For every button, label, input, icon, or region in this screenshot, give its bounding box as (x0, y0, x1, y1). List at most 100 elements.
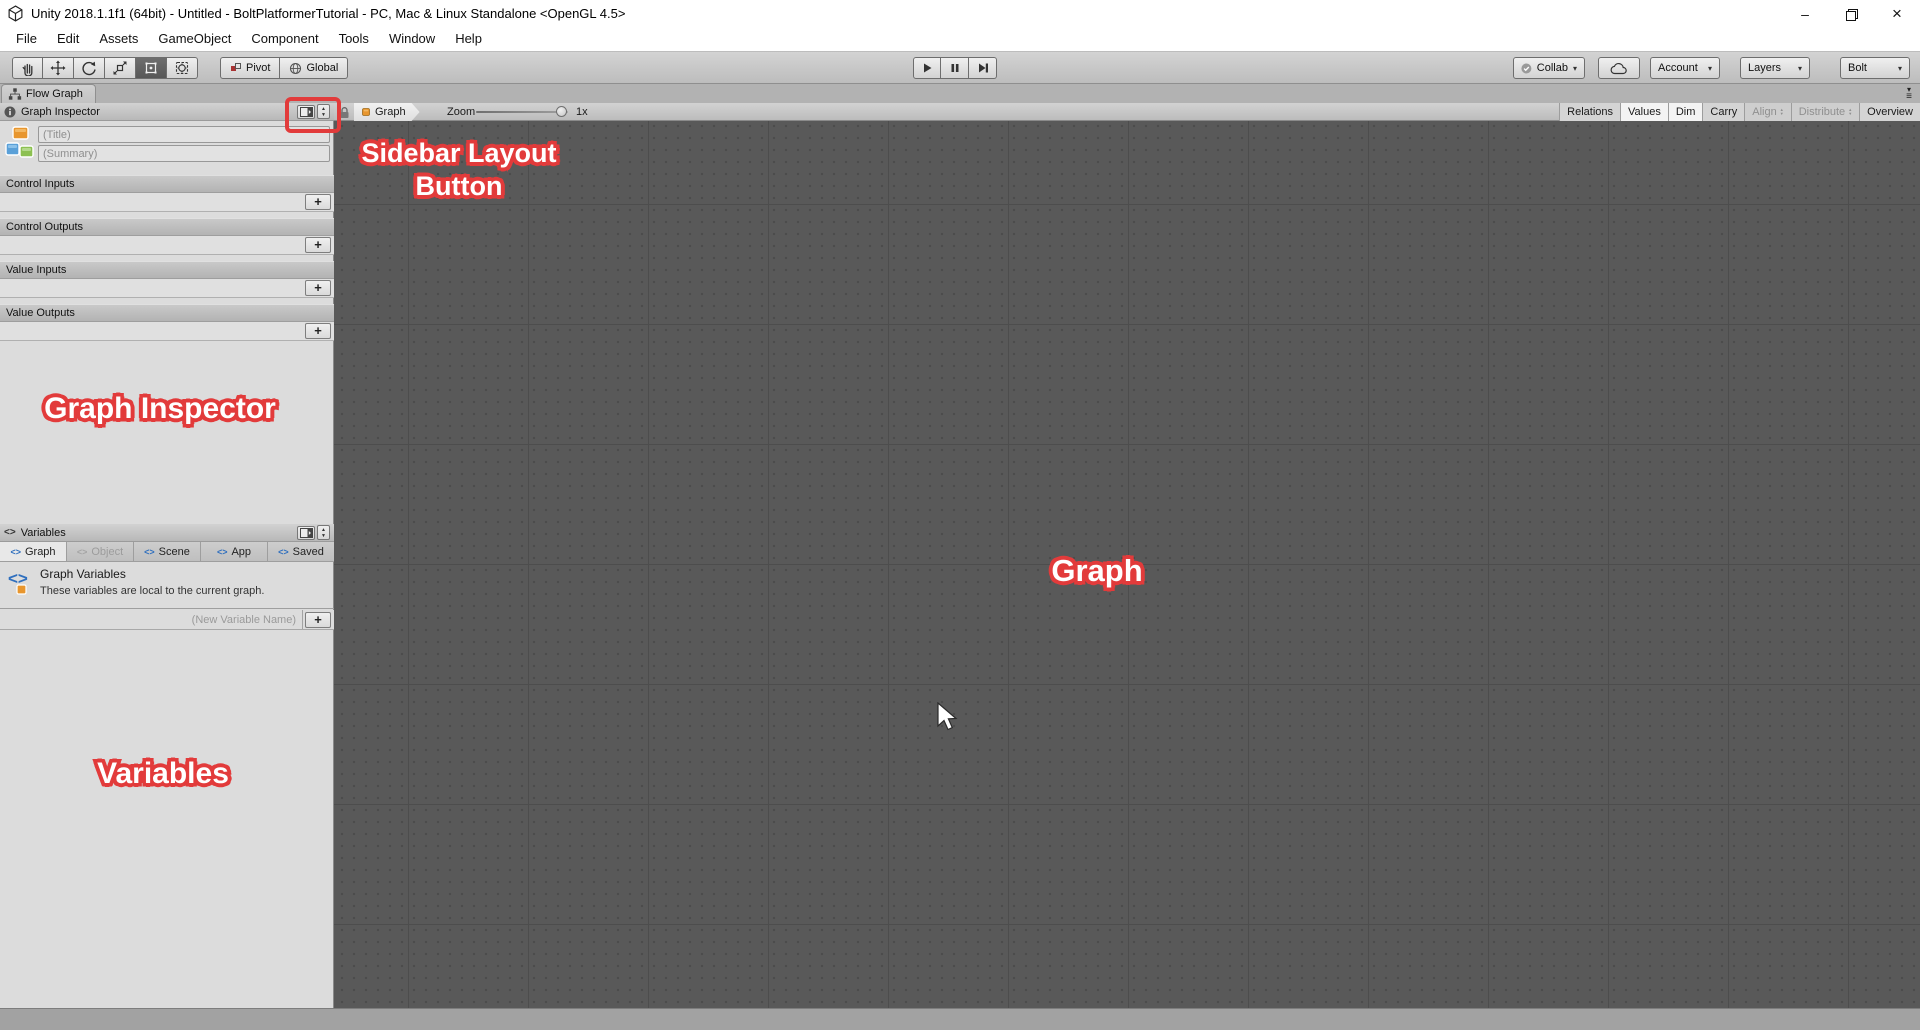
rect-tool-icon (145, 62, 157, 74)
variables-layout-button[interactable] (297, 525, 315, 540)
menu-item-component[interactable]: Component (241, 27, 328, 51)
menu-item-help[interactable]: Help (445, 27, 492, 51)
collab-button[interactable]: Collab ▾ (1513, 57, 1585, 79)
annotation-graph-inspector: Graph Inspector Graph Inspector (41, 389, 280, 429)
playmode-group (913, 57, 997, 79)
graph-variables-tab-icon: <> (10, 546, 21, 557)
variables-tab-scene[interactable]: <> Scene (134, 542, 201, 561)
account-dropdown[interactable]: Account ▾ (1650, 57, 1720, 79)
menu-item-tools[interactable]: Tools (329, 27, 379, 51)
add-variable-button[interactable]: + (305, 612, 331, 628)
align-button[interactable]: Align ▲ ▼ (1744, 103, 1791, 121)
add-value-output-button[interactable]: + (305, 323, 331, 339)
pause-button[interactable] (941, 57, 969, 79)
mouse-cursor-icon (937, 702, 958, 731)
scale-tool-button[interactable] (105, 57, 136, 79)
rotate-tool-button[interactable] (74, 57, 105, 79)
object-variables-tab-icon: <> (76, 546, 88, 557)
carry-button[interactable]: Carry (1702, 103, 1745, 121)
align-updown-icon: ▲ ▼ (1779, 107, 1784, 116)
transform-tool-icon (175, 61, 189, 75)
graph-variables-description: These variables are local to the current… (40, 585, 265, 597)
distribute-button[interactable]: Distribute ▲ ▼ (1790, 103, 1860, 121)
menu-item-assets[interactable]: Assets (89, 27, 148, 51)
dim-label: Dim (1675, 105, 1696, 118)
graph-variables-icon: <> (8, 569, 28, 595)
global-label: Global (306, 62, 339, 74)
variables-tab-object[interactable]: <> Object (67, 542, 134, 561)
dim-button[interactable]: Dim (1667, 103, 1703, 121)
play-icon (924, 63, 932, 73)
flow-graph-asset-icon (5, 126, 34, 158)
relations-label: Relations (1567, 105, 1613, 118)
tab-flow-graph[interactable]: Flow Graph (1, 84, 96, 103)
new-variable-input[interactable] (0, 610, 303, 629)
step-button[interactable] (969, 57, 997, 79)
sidebar-layout-button-highlight-box (285, 97, 341, 133)
app-variables-tab-icon: <> (216, 546, 228, 557)
layout-dropdown-icon: ▾ (1897, 63, 1902, 73)
layers-dropdown[interactable]: Layers ▾ (1740, 57, 1810, 79)
add-control-input-button[interactable]: + (305, 194, 331, 210)
layout-label: Bolt (1848, 62, 1867, 74)
transform-tool-button[interactable] (167, 57, 198, 79)
variables-tab-graph[interactable]: <> Graph (0, 542, 67, 561)
menu-item-edit[interactable]: Edit (47, 27, 89, 51)
menu-item-window[interactable]: Window (379, 27, 445, 51)
graph-breadcrumb[interactable]: Graph (354, 103, 420, 121)
pause-icon (951, 64, 958, 72)
pivot-button[interactable]: Pivot (220, 57, 281, 79)
graph-summary-input[interactable] (38, 145, 330, 162)
control-inputs-label: Control Inputs (6, 178, 75, 190)
unity-logo-icon (7, 5, 24, 22)
variables-tab-saved[interactable]: <> Saved (268, 542, 334, 561)
restore-button[interactable] (1828, 0, 1874, 27)
values-button[interactable]: Values (1620, 103, 1668, 121)
zoom-slider-track[interactable] (476, 111, 568, 113)
collab-check-icon (1521, 63, 1532, 73)
zoom-value: 1x (576, 106, 588, 118)
graph-breadcrumb-icon (361, 107, 371, 117)
main-toolbar: Pivot Global Collab ▾ Account ▾ Layers ▾… (0, 52, 1920, 84)
restore-icon (1846, 8, 1858, 21)
variables-tab-app[interactable]: <> App (201, 542, 268, 561)
variables-title: Variables (20, 526, 66, 539)
overview-button[interactable]: Overview (1859, 103, 1920, 121)
layers-label: Layers (1748, 62, 1782, 74)
layout-dropdown[interactable]: Bolt ▾ (1840, 57, 1910, 79)
menu-item-gameobject[interactable]: GameObject (148, 27, 241, 51)
minimize-button[interactable]: – (1782, 0, 1828, 27)
cloud-icon (1610, 62, 1627, 74)
section-header-value-inputs: Value Inputs (0, 261, 334, 279)
hand-tool-button[interactable] (12, 57, 43, 79)
variables-tab-saved-label: Saved (292, 545, 324, 558)
relations-button[interactable]: Relations (1559, 103, 1620, 121)
pivot-rotation-group: Pivot Global (220, 57, 349, 79)
hand-icon (22, 63, 32, 76)
zoom-slider-handle[interactable] (556, 106, 567, 117)
graph-variables-info: <> Graph Variables These variables are l… (0, 562, 334, 609)
distribute-updown-icon: ▲ ▼ (1848, 107, 1853, 116)
move-tool-button[interactable] (43, 57, 74, 79)
graph-inspector-title: Graph Inspector (21, 105, 100, 118)
control-inputs-row: + (0, 193, 334, 212)
menu-item-file[interactable]: File (6, 27, 47, 51)
add-control-output-button[interactable]: + (305, 237, 331, 253)
close-button[interactable]: × (1874, 0, 1920, 27)
rect-tool-button[interactable] (136, 57, 167, 79)
move-icon (50, 60, 66, 76)
graph-variables-title: Graph Variables (40, 567, 126, 581)
new-variable-row: + (0, 610, 334, 630)
scale-icon (113, 61, 127, 75)
variables-tabs: <> Graph <> Object <> Scene <> App <> Sa… (0, 542, 334, 562)
variables-spinner[interactable]: ▲ ▼ (317, 525, 330, 540)
collab-dropdown-icon: ▾ (1572, 63, 1577, 73)
value-inputs-row: + (0, 279, 334, 298)
global-button[interactable]: Global (280, 57, 349, 79)
flow-graph-icon (8, 88, 22, 100)
play-button[interactable] (913, 57, 941, 79)
distribute-label: Distribute (1798, 105, 1846, 118)
cloud-button[interactable] (1598, 57, 1640, 79)
add-value-input-button[interactable]: + (305, 280, 331, 296)
tab-menu-icon[interactable]: ▾ ≡ (1901, 86, 1917, 102)
